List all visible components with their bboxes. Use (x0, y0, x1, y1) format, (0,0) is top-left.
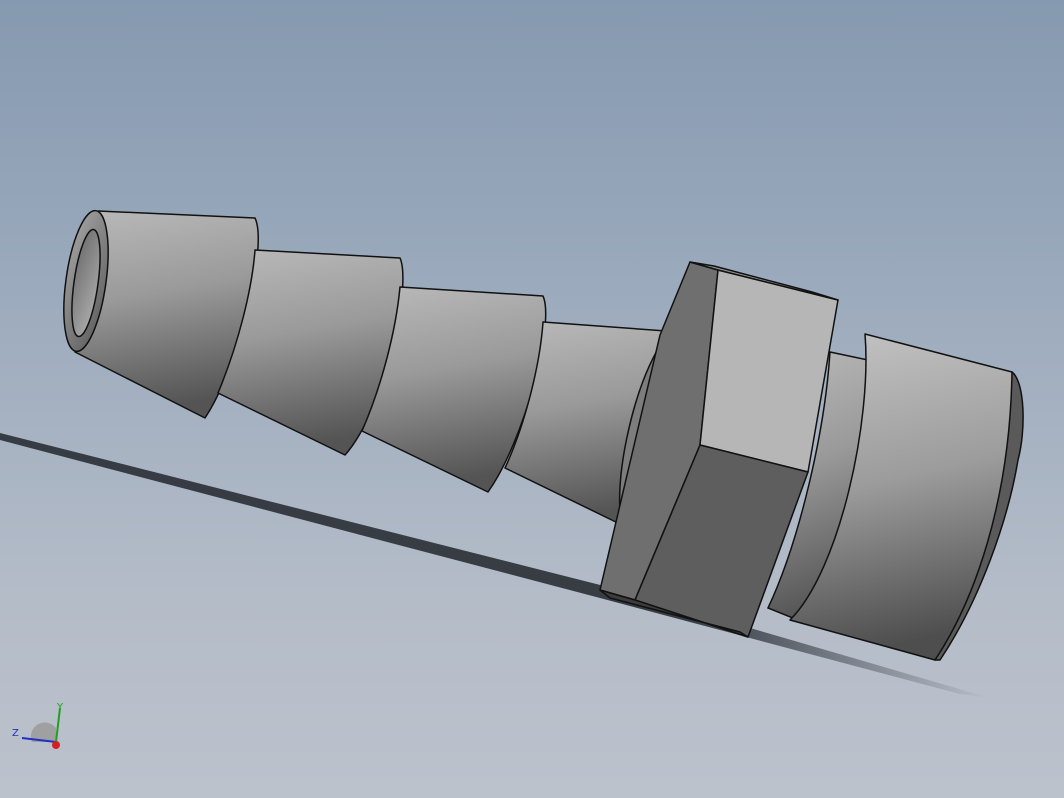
triad-x-axis-dot (52, 741, 60, 749)
hose-barb-fitting-model[interactable] (0, 0, 1064, 798)
triad-z-label: Z (12, 728, 19, 739)
graphics-viewport[interactable]: Y Z (0, 0, 1064, 798)
triad-y-label: Y (56, 702, 64, 713)
orientation-triad: Y Z (12, 702, 64, 749)
triad-y-axis (55, 707, 61, 743)
